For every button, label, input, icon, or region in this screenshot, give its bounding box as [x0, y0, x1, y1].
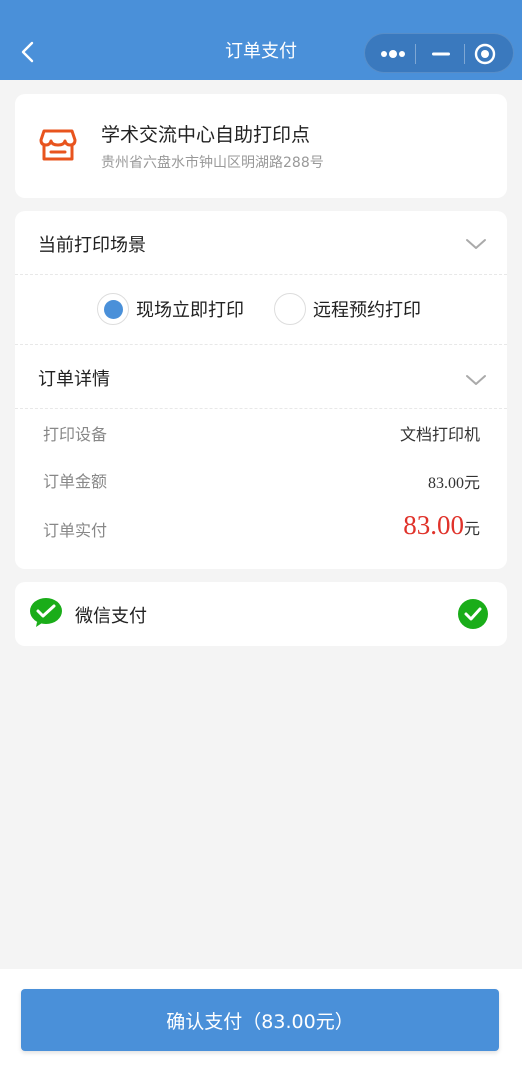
capsule-divider: [464, 44, 465, 64]
order-card: 当前打印场景 现场立即打印 远程预约打印 订单详情 打印设备 文档打印机 订单金…: [15, 211, 507, 569]
amount-value: 83.00元: [427, 475, 480, 492]
amount-label: 订单金额: [43, 472, 108, 491]
chevron-down-icon[interactable]: [465, 237, 487, 251]
confirm-payment-button[interactable]: 确认支付（83.00元）: [21, 989, 499, 1051]
chevron-down-icon[interactable]: [465, 373, 487, 387]
radio-onsite-label[interactable]: 现场立即打印: [136, 296, 244, 322]
check-circle-icon[interactable]: [458, 599, 488, 629]
nav-bar: 订单支付: [0, 0, 522, 80]
close-circle-icon[interactable]: [473, 43, 497, 65]
store-icon: [39, 129, 77, 161]
device-label: 打印设备: [43, 425, 108, 444]
payment-method-label: 微信支付: [75, 606, 147, 627]
divider: [15, 408, 507, 409]
paid-label: 订单实付: [43, 521, 108, 540]
bottom-bar: 确认支付（83.00元）: [0, 969, 522, 1071]
divider: [15, 274, 507, 275]
store-card: 学术交流中心自助打印点 贵州省六盘水市钟山区明湖路288号: [15, 94, 507, 198]
device-value: 文档打印机: [399, 425, 480, 444]
details-header[interactable]: 订单详情: [15, 345, 507, 407]
store-name: 学术交流中心自助打印点: [101, 124, 311, 146]
radio-onsite-print[interactable]: [97, 293, 129, 325]
miniprogram-capsule: [364, 33, 514, 73]
more-icon[interactable]: [375, 43, 411, 65]
store-address: 贵州省六盘水市钟山区明湖路288号: [101, 155, 324, 171]
paid-number: 83.00: [403, 510, 464, 540]
wechat-pay-icon: [30, 598, 62, 627]
payment-method-card[interactable]: 微信支付: [15, 582, 507, 646]
capsule-divider: [415, 44, 416, 64]
minimize-icon[interactable]: [423, 43, 459, 65]
scene-label: 当前打印场景: [38, 235, 146, 256]
details-label: 订单详情: [38, 369, 110, 390]
radio-remote-print[interactable]: [274, 293, 306, 325]
paid-amount: 83.00元: [403, 510, 480, 541]
radio-remote-label[interactable]: 远程预约打印: [313, 296, 421, 322]
paid-unit: 元: [463, 519, 480, 538]
scene-header[interactable]: 当前打印场景: [15, 211, 507, 273]
